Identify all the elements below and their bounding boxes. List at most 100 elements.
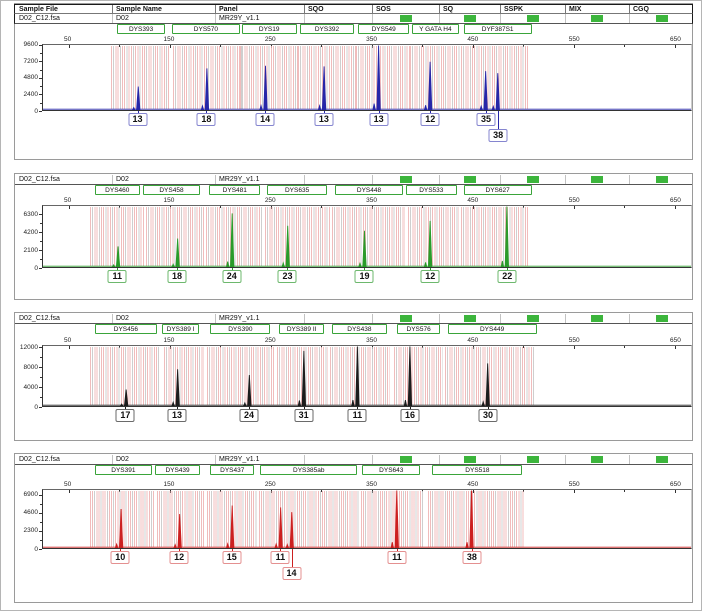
y-tick-label: 4800: [12, 74, 38, 81]
plot-area[interactable]: [42, 489, 692, 549]
sample-row[interactable]: D02_C12.fsaD02MR29Y_v1.1: [15, 175, 692, 185]
allele-box-19[interactable]: 19: [355, 270, 374, 283]
marker-box-DYS392[interactable]: DYS392: [300, 24, 355, 34]
marker-box-DYS449[interactable]: DYS449: [448, 324, 537, 334]
allele-box-13[interactable]: 13: [314, 113, 333, 126]
allele-box-13[interactable]: 13: [369, 113, 388, 126]
marker-box-DYS439[interactable]: DYS439: [155, 465, 201, 475]
marker-row: DYS391DYS439 DYS437 DYS385ab DYS643 DYS518: [42, 465, 692, 476]
allele-box-24[interactable]: 24: [222, 270, 241, 283]
y-tick-mark: [39, 232, 42, 233]
allele-box-12[interactable]: 12: [421, 113, 440, 126]
marker-box-DYS438[interactable]: DYS438: [332, 324, 387, 334]
column-separator: [500, 314, 501, 323]
allele-box-22[interactable]: 22: [498, 270, 517, 283]
allele-box-13[interactable]: 13: [168, 409, 187, 422]
marker-box-Y-GATA-H4[interactable]: Y GATA H4: [412, 24, 459, 34]
plot-area[interactable]: [42, 44, 692, 111]
marker-box-DYS385ab[interactable]: DYS385ab: [260, 465, 357, 475]
marker-box-DYS389-II[interactable]: DYS389 II: [279, 324, 324, 334]
allele-box-10[interactable]: 10: [111, 551, 130, 564]
allele-box-17[interactable]: 17: [116, 409, 135, 422]
x-tick-label: 450: [467, 337, 478, 344]
allele-box-12[interactable]: 12: [421, 270, 440, 283]
marker-box-DYS549[interactable]: DYS549: [358, 24, 409, 34]
quality-flag-icon: [464, 456, 476, 463]
sample-row[interactable]: D02_C12.fsaD02MR29Y_v1.1: [14, 13, 693, 24]
sample-row[interactable]: D02_C12.fsaD02MR29Y_v1.1: [15, 455, 692, 465]
allele-box-14[interactable]: 14: [282, 567, 301, 580]
x-axis-labels: 50150250350450550650: [42, 36, 692, 44]
allele-box-14[interactable]: 14: [256, 113, 275, 126]
allele-box-30[interactable]: 30: [479, 409, 498, 422]
y-minor-tick: [40, 223, 42, 224]
sample-row[interactable]: D02_C12.fsaD02MR29Y_v1.1: [15, 314, 692, 324]
column-separator: [565, 455, 566, 464]
quality-flag-icon: [400, 15, 412, 22]
plot-area[interactable]: [42, 345, 692, 407]
allele-box-18[interactable]: 18: [168, 270, 187, 283]
x-tick-label: 650: [670, 36, 681, 43]
trace-blue: [43, 45, 691, 110]
quality-flag-icon: [527, 315, 539, 322]
quality-flag-icon: [464, 176, 476, 183]
allele-box-23[interactable]: 23: [278, 270, 297, 283]
marker-box-DYS570[interactable]: DYS570: [172, 24, 240, 34]
marker-box-DYS635[interactable]: DYS635: [267, 185, 327, 195]
x-tick-label: 550: [569, 36, 580, 43]
marker-box-DYS391[interactable]: DYS391: [95, 465, 152, 475]
y-minor-tick: [40, 103, 42, 104]
y-minor-tick: [40, 522, 42, 523]
y-tick-label: 0: [12, 404, 38, 411]
marker-box-DYS576[interactable]: DYS576: [397, 324, 441, 334]
y-minor-tick: [40, 540, 42, 541]
marker-box-DYS627[interactable]: DYS627: [464, 185, 532, 195]
electropherogram-panel-black[interactable]: D02_C12.fsaD02MR29Y_v1.1DYS456 DYS389 I DY…: [14, 312, 693, 441]
allele-box-24[interactable]: 24: [239, 409, 258, 422]
plot-area[interactable]: [42, 205, 692, 268]
allele-box-15[interactable]: 15: [222, 551, 241, 564]
marker-box-DYS390[interactable]: DYS390: [210, 324, 270, 334]
marker-box-DYS456[interactable]: DYS456: [95, 324, 157, 334]
marker-box-DYS458[interactable]: DYS458: [143, 185, 201, 195]
y-tick-mark: [39, 347, 42, 348]
allele-box-11[interactable]: 11: [348, 409, 367, 422]
allele-box-12[interactable]: 12: [170, 551, 189, 564]
allele-box-18[interactable]: 18: [197, 113, 216, 126]
marker-box-DYS460[interactable]: DYS460: [95, 185, 140, 195]
marker-box-DYS393[interactable]: DYS393: [117, 24, 165, 34]
quality-flag-icon: [591, 176, 603, 183]
allele-box-38[interactable]: 38: [462, 551, 481, 564]
x-tick-label: 650: [670, 197, 681, 204]
electropherogram-panel-blue[interactable]: Sample FileSample NamePanelSQOSOSSQSSPKM…: [14, 3, 693, 160]
allele-box-13[interactable]: 13: [128, 113, 147, 126]
marker-box-DYF387S1[interactable]: DYF387S1: [464, 24, 532, 34]
allele-box-31[interactable]: 31: [294, 409, 313, 422]
electropherogram-panel-red[interactable]: D02_C12.fsaD02MR29Y_v1.1DYS391DYS439 DYS4…: [14, 453, 693, 603]
marker-row: DYS460DYS458 DYS481 DYS635 DYS448DYS533 DYS6…: [42, 185, 692, 196]
allele-box-35[interactable]: 35: [477, 113, 496, 126]
quality-flag-icon: [591, 315, 603, 322]
x-axis-labels: 50150250350450550650: [42, 337, 692, 345]
marker-box-DYS643[interactable]: DYS643: [362, 465, 420, 475]
y-tick-label: 12000: [12, 344, 38, 351]
y-tick-label: 4200: [12, 229, 38, 236]
allele-box-11[interactable]: 11: [387, 551, 406, 564]
sample-file-cell: D02_C12.fsa: [19, 455, 60, 464]
x-tick-label: 150: [164, 481, 175, 488]
marker-box-DYS481[interactable]: DYS481: [209, 185, 260, 195]
allele-box-16[interactable]: 16: [401, 409, 420, 422]
electropherogram-panel-green[interactable]: D02_C12.fsaD02MR29Y_v1.1DYS460DYS458DYS4…: [14, 173, 693, 300]
y-minor-tick: [40, 504, 42, 505]
marker-box-DYS448[interactable]: DYS448: [335, 185, 403, 195]
marker-box-DYS19[interactable]: DYS19: [242, 24, 297, 34]
allele-box-11[interactable]: 11: [108, 270, 127, 283]
allele-box-11[interactable]: 11: [271, 551, 290, 564]
allele-box-38[interactable]: 38: [489, 129, 508, 142]
column-separator: [112, 14, 113, 23]
marker-box-DYS389-I[interactable]: DYS389 I: [162, 324, 199, 334]
y-tick-mark: [39, 268, 42, 269]
marker-box-DYS518[interactable]: DYS518: [432, 465, 522, 475]
marker-box-DYS437[interactable]: DYS437: [210, 465, 254, 475]
marker-box-DYS533[interactable]: DYS533: [406, 185, 457, 195]
